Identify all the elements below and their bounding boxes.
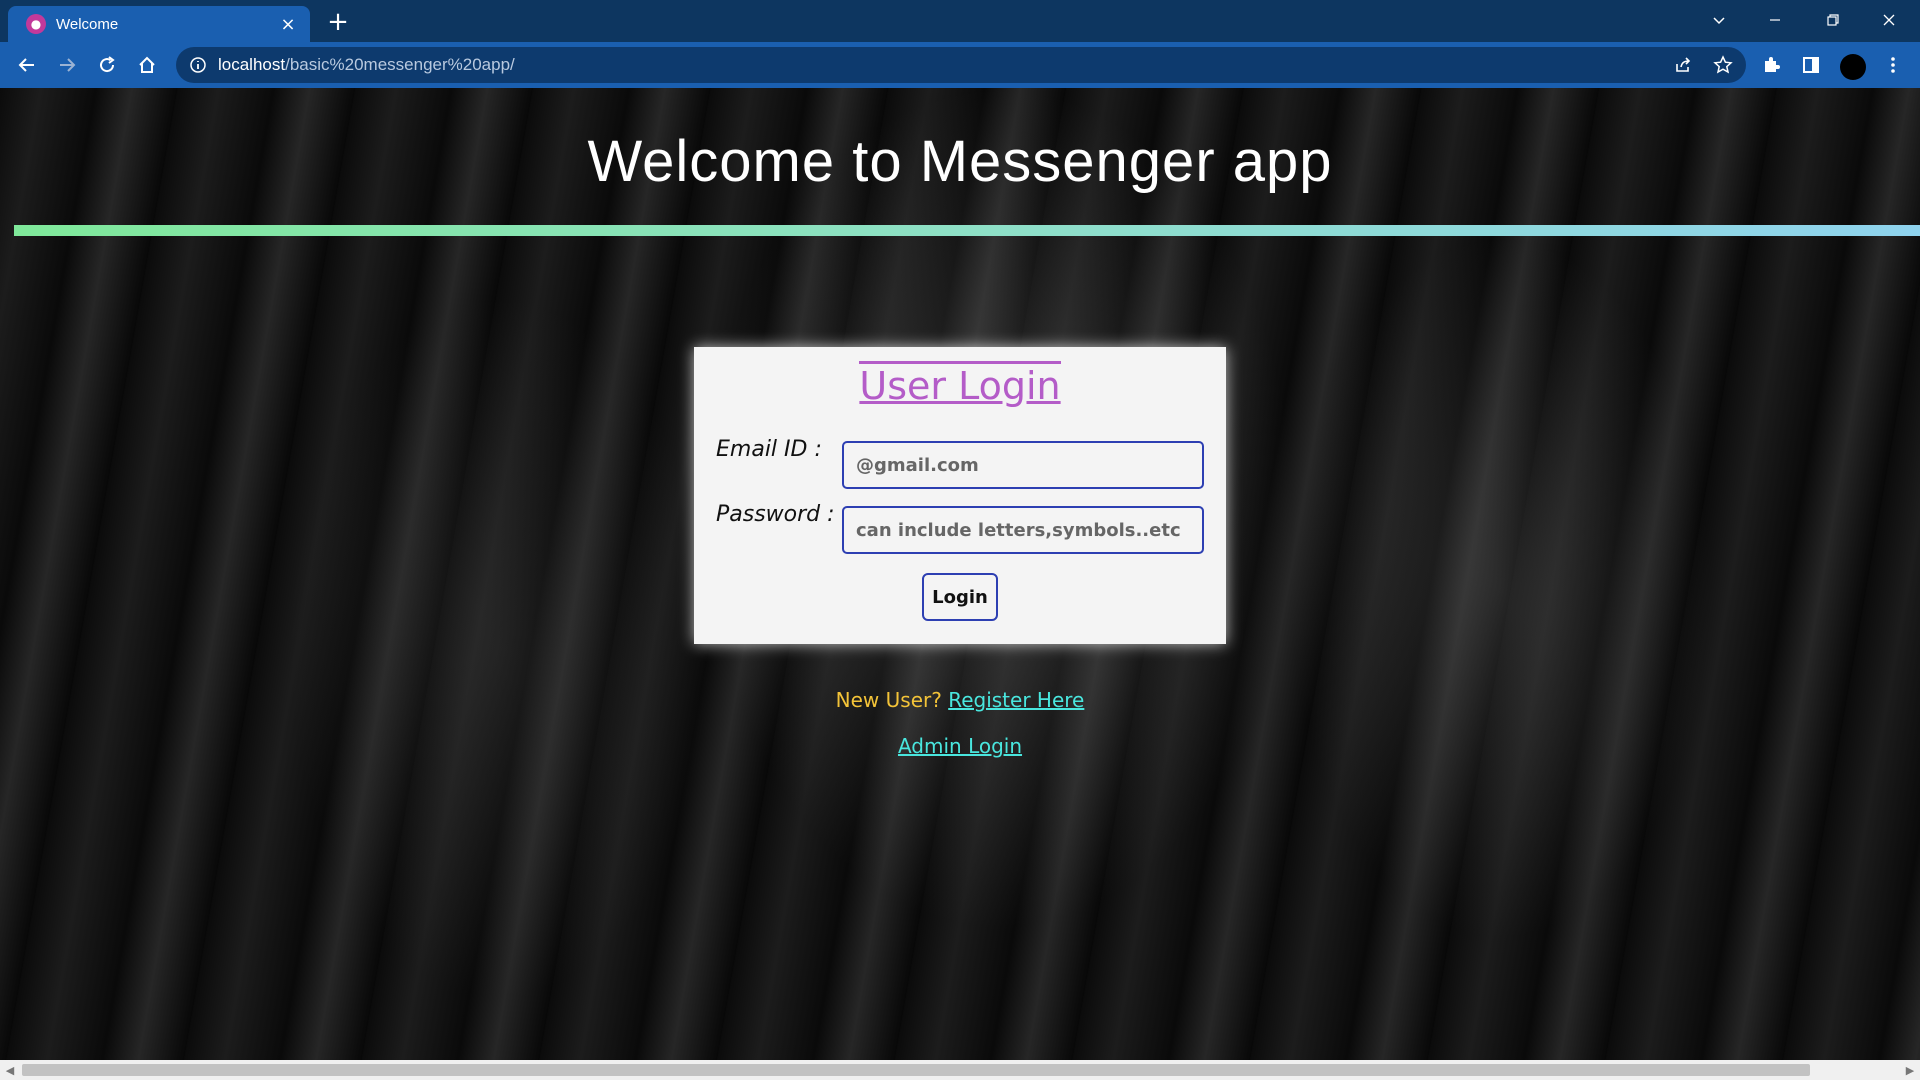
minimize-icon[interactable] [1752,4,1798,36]
back-icon[interactable] [10,48,44,82]
browser-tab[interactable]: ● Welcome × [8,6,310,42]
admin-login-link[interactable]: Admin Login [898,734,1022,758]
email-label: Email ID : [716,437,822,462]
login-form-card: User Login Email ID : Password : Login [694,347,1226,644]
close-tab-icon[interactable]: × [276,12,300,36]
url-text: localhost/basic%20messenger%20app/ [218,55,515,75]
site-info-icon[interactable] [188,55,208,75]
admin-line: Admin Login [0,734,1920,758]
address-bar[interactable]: localhost/basic%20messenger%20app/ [176,47,1746,83]
bookmark-star-icon[interactable] [1708,50,1738,80]
login-heading: User Login [859,361,1061,408]
password-field[interactable] [842,506,1204,554]
scrollbar-thumb[interactable] [22,1064,1810,1076]
extensions-icon[interactable] [1756,50,1786,80]
messenger-favicon-icon: ● [26,14,46,34]
login-heading-wrap: User Login [694,361,1226,408]
tab-title: Welcome [56,15,119,33]
password-label: Password : [716,502,835,527]
register-line: New User? Register Here [0,688,1920,712]
register-link[interactable]: Register Here [948,688,1084,712]
page-title: Welcome to Messenger app [587,129,1333,194]
url-path: /basic%20messenger%20app/ [285,55,515,74]
share-icon[interactable] [1668,50,1698,80]
scroll-left-icon[interactable]: ◀ [2,1062,18,1078]
side-panel-icon[interactable] [1796,50,1826,80]
browser-toolbar: localhost/basic%20messenger%20app/ [0,42,1920,88]
profile-avatar[interactable] [1840,54,1866,80]
horizontal-scrollbar[interactable]: ◀ ▶ [0,1060,1920,1080]
title-divider [14,225,1920,236]
browser-tab-bar: ● Welcome × + [0,0,1920,42]
url-host: localhost [218,55,286,74]
scroll-right-icon[interactable]: ▶ [1902,1062,1918,1078]
login-button[interactable]: Login [922,573,998,621]
new-user-text: New User? [835,688,942,712]
new-tab-button[interactable]: + [324,7,352,37]
page-viewport: Welcome to Messenger app User Login Emai… [0,88,1920,1060]
close-window-icon[interactable] [1866,4,1912,36]
email-field[interactable] [842,441,1204,489]
forward-icon[interactable] [50,48,84,82]
menu-kebab-icon[interactable] [1878,50,1908,80]
home-icon[interactable] [130,48,164,82]
restore-icon[interactable] [1810,4,1856,36]
tab-search-icon[interactable] [1696,4,1742,36]
reload-icon[interactable] [90,48,124,82]
